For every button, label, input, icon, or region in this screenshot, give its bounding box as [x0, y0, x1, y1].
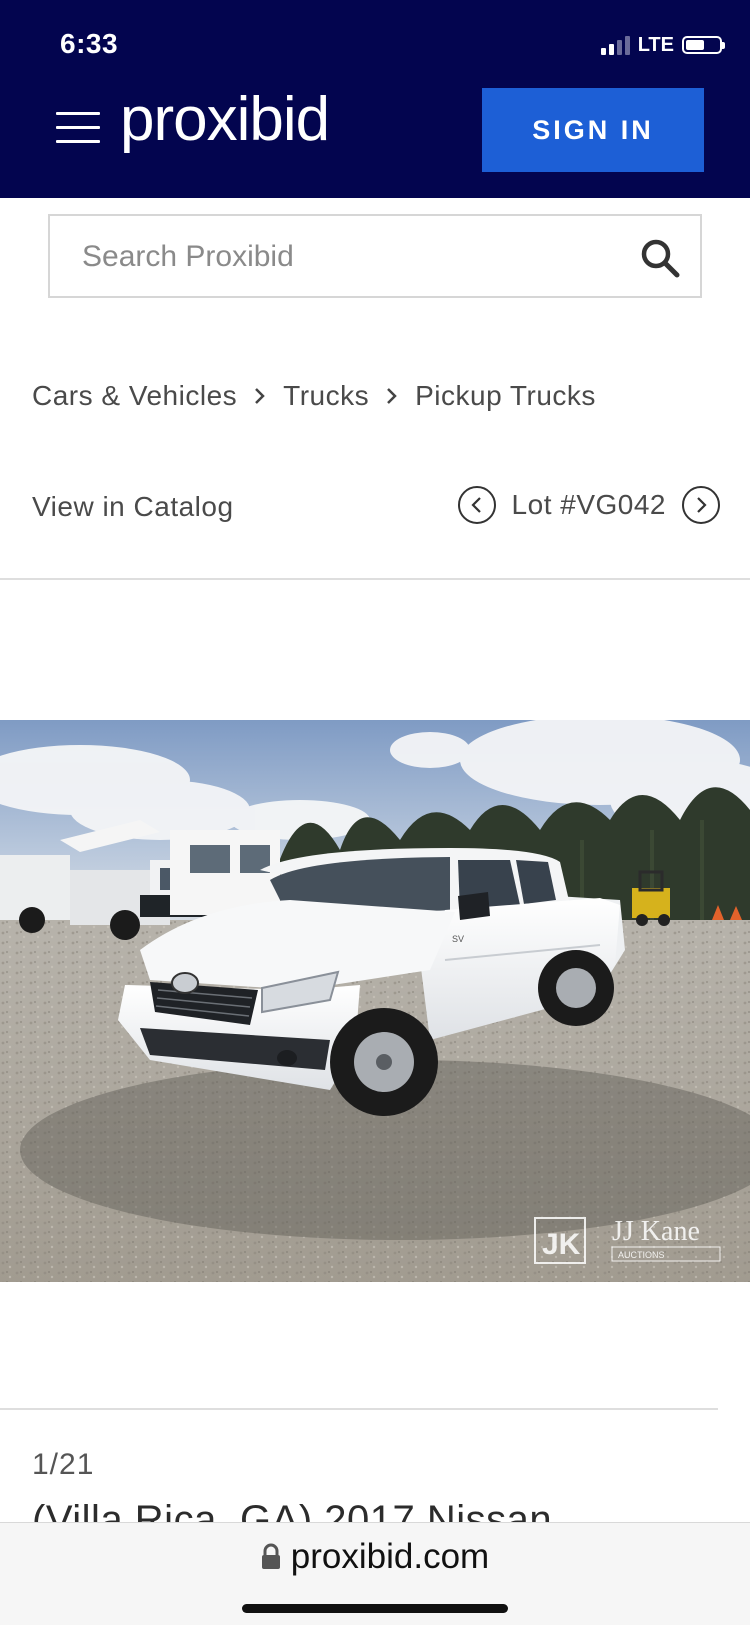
svg-text:JJ Kane: JJ Kane [612, 1216, 700, 1247]
search-bar [48, 214, 702, 298]
breadcrumb-pickup-trucks[interactable]: Pickup Trucks [415, 380, 596, 412]
breadcrumb: Cars & Vehicles Trucks Pickup Trucks [32, 380, 596, 412]
status-indicators: LTE [600, 32, 725, 58]
url-display[interactable]: proxibid.com [0, 1537, 750, 1577]
breadcrumb-cars-vehicles[interactable]: Cars & Vehicles [32, 380, 237, 412]
breadcrumb-trucks[interactable]: Trucks [283, 380, 369, 412]
section-divider [0, 1408, 718, 1410]
lot-navigation: Lot #VG042 [457, 486, 720, 524]
search-input[interactable] [80, 216, 624, 298]
url-text: proxibid.com [290, 1537, 490, 1576]
svg-text:JK: JK [542, 1228, 581, 1261]
browser-address-bar: proxibid.com [0, 1522, 750, 1625]
hamburger-menu-icon[interactable] [56, 112, 100, 146]
chevron-left-icon [470, 497, 481, 513]
status-time: 6:33 [60, 28, 119, 59]
proxibid-logo[interactable]: proxibid [120, 84, 330, 155]
vehicle-photo[interactable]: SV JK JJ Kane AUCTIONS [0, 720, 750, 1282]
search-icon[interactable] [638, 236, 682, 280]
lot-number: Lot #VG042 [511, 489, 666, 520]
battery-icon [682, 36, 725, 54]
top-header: 6:33 LTE proxibid SIGN IN [0, 0, 750, 198]
section-divider [0, 578, 750, 580]
view-in-catalog-link[interactable]: View in Catalog [32, 491, 234, 523]
svg-text:AUCTIONS: AUCTIONS [618, 1250, 665, 1260]
chevron-right-icon [253, 385, 267, 407]
lock-icon [261, 1543, 280, 1569]
network-label: LTE [637, 33, 674, 56]
next-lot-button[interactable] [682, 486, 720, 524]
home-indicator [242, 1604, 508, 1613]
vehicle-badge: SV [452, 934, 464, 944]
sign-in-button[interactable]: SIGN IN [482, 88, 704, 172]
chevron-right-icon [385, 385, 399, 407]
signal-icon [600, 35, 630, 55]
chevron-right-icon [697, 497, 707, 513]
image-counter: 1/21 [32, 1448, 95, 1481]
previous-lot-button[interactable] [457, 486, 496, 524]
